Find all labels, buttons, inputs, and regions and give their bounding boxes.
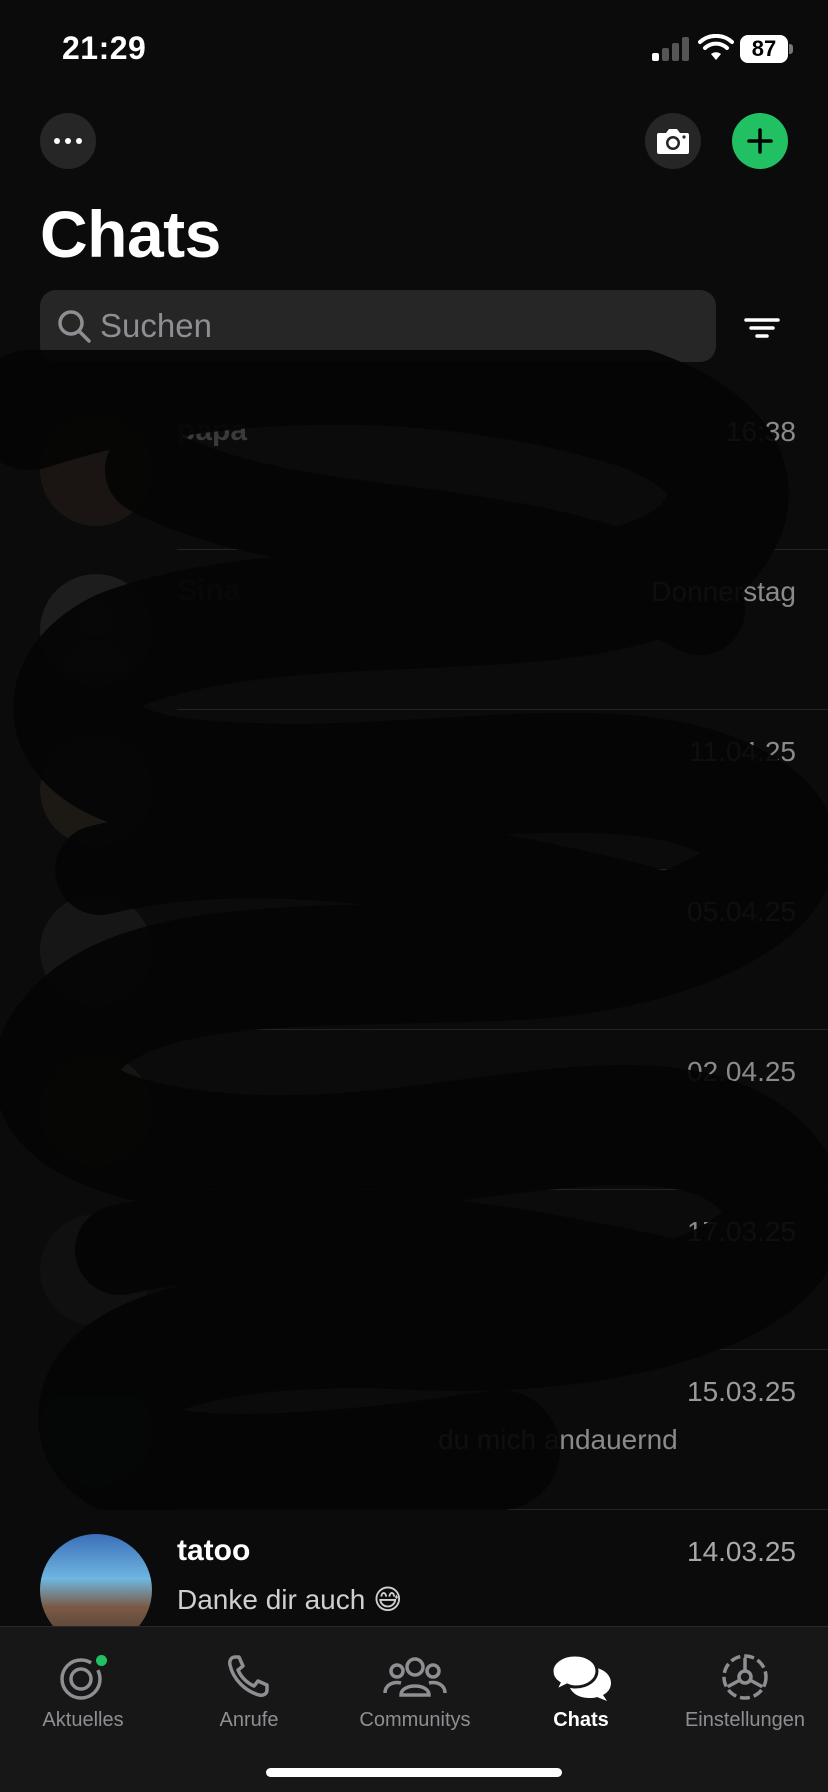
battery-icon: 87	[740, 35, 793, 63]
tab-chats[interactable]: Chats	[498, 1639, 664, 1749]
new-chat-button[interactable]	[732, 113, 788, 169]
phone-icon	[228, 1655, 269, 1697]
wifi-icon	[698, 34, 734, 60]
tab-label: Anrufe	[219, 1709, 279, 1731]
chat-row[interactable]: 15.03.25 du mich andauernd	[0, 1350, 828, 1510]
search-icon	[58, 310, 91, 343]
chats-icon	[550, 1653, 611, 1701]
battery-level: 87	[740, 35, 788, 63]
chat-preview: du mich andauernd	[438, 1424, 678, 1455]
chat-time: 17.03.25	[687, 1216, 796, 1247]
chat-time: 14.03.25	[687, 1536, 796, 1567]
avatar	[40, 1054, 152, 1166]
tab-label: Chats	[553, 1709, 609, 1731]
avatar	[40, 414, 152, 526]
cellular-signal-icon	[652, 37, 690, 61]
update-dot	[96, 1655, 107, 1666]
chat-time: 15.03.25	[687, 1376, 796, 1407]
avatar	[40, 574, 152, 686]
tab-label: Aktuelles	[42, 1709, 124, 1731]
chat-time: 11.04.25	[689, 736, 796, 767]
page-title: Chats	[40, 197, 221, 271]
tab-anrufe[interactable]: Anrufe	[166, 1639, 332, 1749]
chat-row[interactable]: papa 16:38	[0, 390, 828, 550]
filter-icon[interactable]	[740, 308, 784, 348]
chat-row[interactable]: 17.03.25	[0, 1190, 828, 1350]
chat-time: 05.04.25	[687, 896, 796, 927]
tab-aktuelles[interactable]: Aktuelles	[0, 1639, 166, 1749]
camera-icon	[657, 129, 689, 154]
settings-icon	[722, 1654, 768, 1700]
camera-button[interactable]	[645, 113, 701, 169]
chat-time: Donnerstag	[651, 576, 796, 607]
default-avatar-icon	[62, 600, 130, 670]
ellipsis-icon	[54, 138, 60, 144]
tab-label: Communitys	[359, 1709, 471, 1731]
home-indicator[interactable]	[266, 1768, 562, 1777]
search-bar[interactable]	[40, 290, 716, 362]
chat-preview: Danke dir auch 😅	[177, 1584, 403, 1615]
avatar	[40, 894, 152, 1006]
chat-row[interactable]: 02.04.25	[0, 1030, 828, 1190]
avatar	[40, 734, 152, 846]
chat-name: Sina	[177, 574, 241, 607]
chat-name: papa	[177, 414, 248, 447]
tab-label: Einstellungen	[684, 1709, 806, 1731]
chat-list: papa 16:38 Sina Donnerstag 11.04.25 05.0…	[0, 390, 828, 1626]
avatar	[40, 1534, 152, 1626]
more-options-button[interactable]	[40, 113, 96, 169]
communities-icon	[383, 1657, 447, 1697]
chat-row[interactable]: 05.04.25	[0, 870, 828, 1030]
chat-row[interactable]: Sina Donnerstag	[0, 550, 828, 710]
status-bar: 21:29 87	[0, 0, 828, 100]
chat-row[interactable]: 11.04.25	[0, 710, 828, 870]
search-input[interactable]	[100, 290, 700, 362]
chat-name: tatoo	[177, 1534, 251, 1567]
chat-time: 02.04.25	[687, 1056, 796, 1087]
avatar	[40, 1374, 152, 1486]
chat-time: 16:38	[725, 416, 796, 447]
tab-einstellungen[interactable]: Einstellungen	[662, 1639, 828, 1749]
chat-row[interactable]: tatoo 14.03.25 Danke dir auch 😅	[0, 1510, 828, 1626]
avatar	[40, 1214, 152, 1326]
tab-communitys[interactable]: Communitys	[332, 1639, 498, 1749]
plus-icon	[747, 128, 773, 154]
status-time: 21:29	[62, 30, 147, 66]
